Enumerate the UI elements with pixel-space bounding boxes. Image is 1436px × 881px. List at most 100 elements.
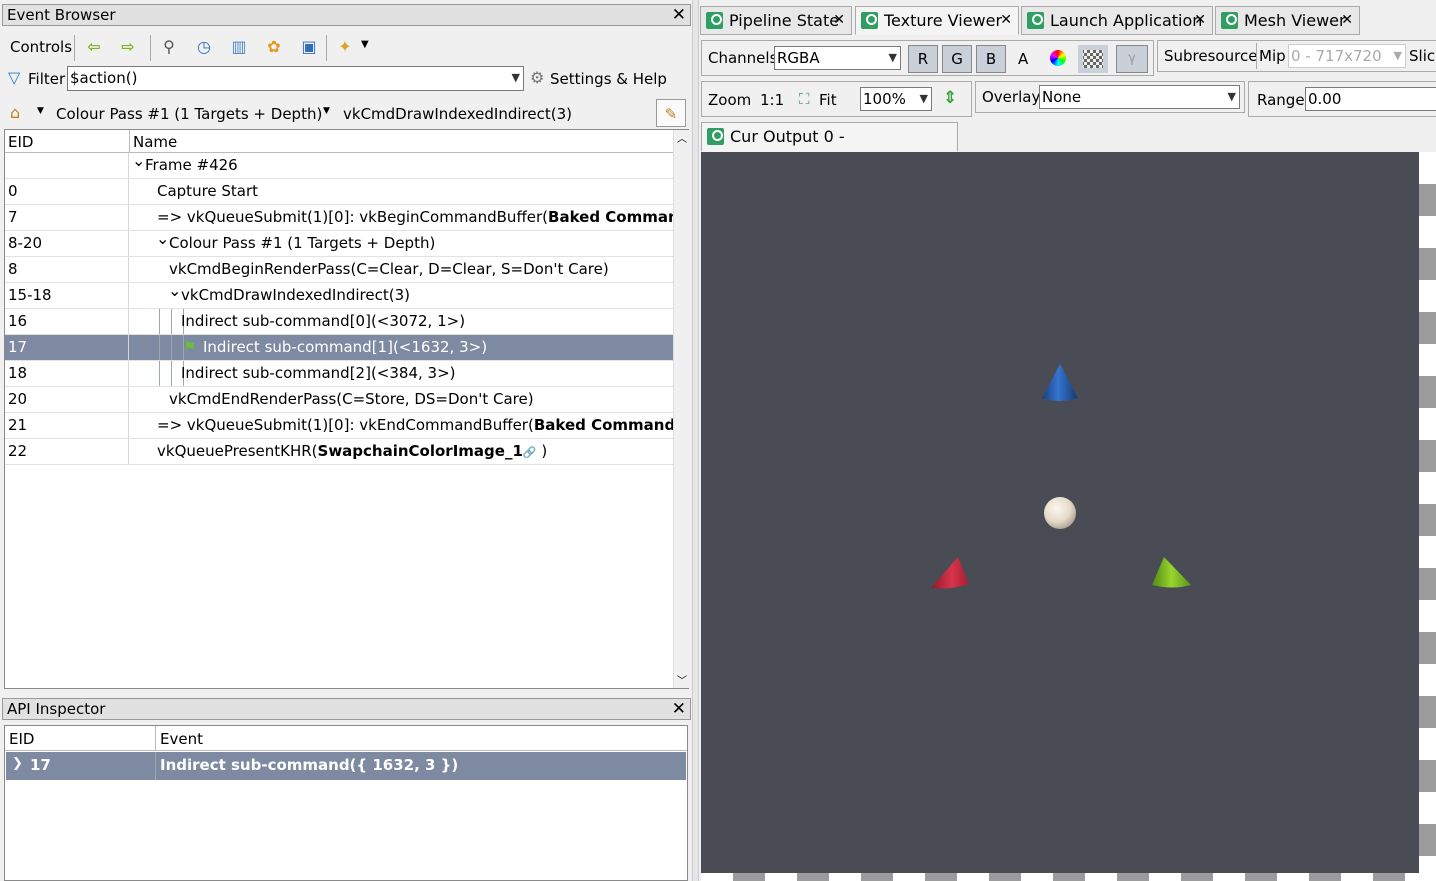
breadcrumb-item-pass[interactable]: Colour Pass #1 (1 Targets + Depth) bbox=[56, 105, 322, 123]
mip-select[interactable]: 0 - 717x720 ▼ bbox=[1288, 44, 1406, 68]
channel-r-button[interactable]: R bbox=[908, 45, 938, 73]
event-row[interactable]: 22 vkQueuePresentKHR(SwapchainColorImage_… bbox=[5, 439, 673, 465]
event-name-bold[interactable]: Baked Command Bu bbox=[534, 416, 673, 434]
filter-input[interactable]: $action() ▼ bbox=[67, 66, 524, 91]
close-icon[interactable]: ✕ bbox=[1194, 7, 1206, 34]
chevron-down-icon[interactable]: ▼ bbox=[37, 106, 44, 116]
tab-launch-application[interactable]: Launch Application ✕ bbox=[1021, 6, 1213, 35]
link-icon[interactable]: 🔗 bbox=[523, 446, 537, 459]
close-icon[interactable]: ✕ bbox=[1000, 7, 1012, 34]
gear-icon[interactable]: ⚙ bbox=[530, 68, 544, 87]
event-name: vkCmdEndRenderPass(C=Store, DS=Don't Car… bbox=[169, 390, 534, 408]
scene-svg bbox=[931, 364, 1191, 589]
chevron-down-icon[interactable]: ⌄ bbox=[156, 231, 169, 251]
column-name[interactable]: Name bbox=[133, 133, 177, 151]
puzzle-icon[interactable]: ✦ bbox=[334, 36, 356, 58]
settings-help-button[interactable]: Settings & Help bbox=[550, 70, 667, 88]
event-name-bold[interactable]: SwapchainColorImage_1 bbox=[318, 442, 523, 460]
close-icon[interactable]: ✕ bbox=[833, 7, 845, 34]
scrollbar[interactable]: ︿ ﹀ bbox=[673, 130, 689, 688]
event-name: Capture Start bbox=[157, 182, 259, 200]
tab-texture-viewer[interactable]: Texture Viewer ✕ bbox=[855, 6, 1019, 35]
tab-label: Texture Viewer bbox=[884, 11, 1003, 30]
event-row[interactable]: 16 Indirect sub-command[0](<3072, 1>) bbox=[5, 309, 673, 335]
user-icon bbox=[707, 128, 724, 145]
channel-a-button[interactable]: A bbox=[1018, 50, 1028, 68]
binoculars-icon[interactable]: ⚲ bbox=[158, 36, 180, 58]
blue-cone bbox=[1042, 364, 1078, 401]
chevron-down-icon[interactable]: ▼ bbox=[920, 88, 928, 110]
event-row[interactable]: 8-20 ⌄ Colour Pass #1 (1 Targets + Depth) bbox=[5, 231, 673, 257]
user-icon bbox=[1027, 12, 1044, 29]
clock-icon[interactable]: ◷ bbox=[193, 36, 215, 58]
edit-icon[interactable]: ✎ bbox=[656, 99, 686, 127]
gamma-button[interactable]: γ bbox=[1116, 45, 1148, 73]
event-row[interactable]: 0 Capture Start bbox=[5, 179, 673, 205]
channel-b-button[interactable]: B bbox=[976, 45, 1006, 73]
event-eid bbox=[5, 153, 129, 178]
user-icon bbox=[1221, 12, 1238, 29]
fit-button[interactable]: Fit bbox=[819, 91, 837, 109]
chevron-down-icon[interactable]: ⌄ bbox=[168, 283, 181, 303]
splitter[interactable] bbox=[692, 0, 699, 881]
chevron-down-icon[interactable]: ▼ bbox=[1228, 86, 1236, 108]
overlay-select[interactable]: None ▼ bbox=[1039, 85, 1240, 109]
event-row[interactable]: 18 Indirect sub-command[2](<384, 3>) bbox=[5, 361, 673, 387]
event-eid: 8 bbox=[5, 257, 129, 282]
chevron-down-icon[interactable]: ▼ bbox=[889, 47, 897, 69]
chevron-down-icon[interactable]: ⌄ bbox=[132, 153, 145, 173]
event-row[interactable]: 8 vkCmdBeginRenderPass(C=Clear, D=Clear, … bbox=[5, 257, 673, 283]
event-name-bold[interactable]: Baked Command B bbox=[548, 208, 673, 226]
event-eid: 20 bbox=[5, 387, 129, 412]
zoom-select[interactable]: 100% ▼ bbox=[860, 87, 932, 111]
close-icon[interactable]: ✕ bbox=[672, 5, 686, 25]
zoom-value: 100% bbox=[863, 90, 906, 108]
event-name: Colour Pass #1 (1 Targets + Depth) bbox=[169, 234, 436, 252]
tab-label: Launch Application bbox=[1050, 11, 1203, 30]
event-row[interactable]: 21 => vkQueueSubmit(1)[0]: vkEndCommandBu… bbox=[5, 413, 673, 439]
overlay-value: None bbox=[1042, 88, 1082, 106]
chevron-down-icon[interactable]: ▼ bbox=[1394, 45, 1402, 67]
scroll-up-icon[interactable]: ︿ bbox=[677, 130, 687, 145]
arrow-left-icon[interactable]: ⇦ bbox=[83, 36, 105, 58]
close-icon[interactable]: ✕ bbox=[672, 699, 686, 719]
rendered-image bbox=[701, 152, 1419, 873]
color-wheel-icon[interactable] bbox=[1050, 50, 1066, 66]
fit-icon[interactable]: ⛶ bbox=[799, 90, 810, 108]
arrow-right-icon[interactable]: ⇨ bbox=[117, 36, 139, 58]
texture-canvas[interactable] bbox=[701, 152, 1436, 881]
event-row[interactable]: 7 => vkQueueSubmit(1)[0]: vkBeginCommandB… bbox=[5, 205, 673, 231]
scroll-down-icon[interactable]: ﹀ bbox=[677, 672, 687, 687]
flip-icon[interactable]: ⇕ bbox=[943, 88, 957, 108]
home-icon[interactable]: ⌂ bbox=[10, 103, 20, 122]
event-row[interactable]: 15-18 ⌄ vkCmdDrawIndexedIndirect(3) bbox=[5, 283, 673, 309]
column-event[interactable]: Event bbox=[160, 730, 203, 748]
range-input[interactable]: 0.00 bbox=[1305, 87, 1436, 111]
tab-cur-output[interactable]: Cur Output 0 - SwapchainCol... bbox=[701, 122, 958, 173]
close-icon[interactable]: ✕ bbox=[1341, 7, 1353, 34]
tree-guide bbox=[171, 361, 172, 386]
tab-mesh-viewer[interactable]: Mesh Viewer ✕ bbox=[1215, 6, 1360, 35]
expand-icon[interactable]: ❯ bbox=[12, 756, 23, 771]
tab-pipeline-state[interactable]: Pipeline State ✕ bbox=[700, 6, 852, 35]
channels-select[interactable]: RGBA ▼ bbox=[774, 46, 901, 70]
event-row[interactable]: 20 vkCmdEndRenderPass(C=Store, DS=Don't C… bbox=[5, 387, 673, 413]
zoom-1to1-button[interactable]: 1:1 bbox=[760, 91, 784, 109]
checkerboard-icon[interactable] bbox=[1078, 45, 1108, 73]
event-name: Indirect sub-command[0](<3072, 1>) bbox=[181, 312, 466, 330]
column-eid[interactable]: EID bbox=[8, 133, 33, 151]
event-row[interactable]: 17 ⚑ Indirect sub-command[1](<1632, 3>) bbox=[5, 335, 673, 361]
channel-g-button[interactable]: G bbox=[942, 45, 972, 73]
bookmark-icon[interactable]: ✿ bbox=[263, 36, 285, 58]
event-eid: 21 bbox=[5, 413, 129, 438]
red-cone bbox=[931, 557, 969, 589]
chevron-down-icon[interactable]: ▼ bbox=[512, 67, 520, 89]
breadcrumb-item-draw[interactable]: vkCmdDrawIndexedIndirect(3) bbox=[343, 105, 572, 123]
chevron-down-icon[interactable]: ▼ bbox=[323, 106, 330, 116]
api-row[interactable]: ❯ 17 Indirect sub-command({ 1632, 3 }) bbox=[6, 752, 686, 780]
save-icon[interactable]: ▣ bbox=[298, 36, 320, 58]
bar-chart-icon[interactable]: ▥ bbox=[228, 36, 250, 58]
column-eid[interactable]: EID bbox=[9, 730, 34, 748]
chevron-down-icon[interactable]: ▼ bbox=[361, 39, 369, 50]
event-row[interactable]: ⌄ Frame #426 bbox=[5, 153, 673, 179]
